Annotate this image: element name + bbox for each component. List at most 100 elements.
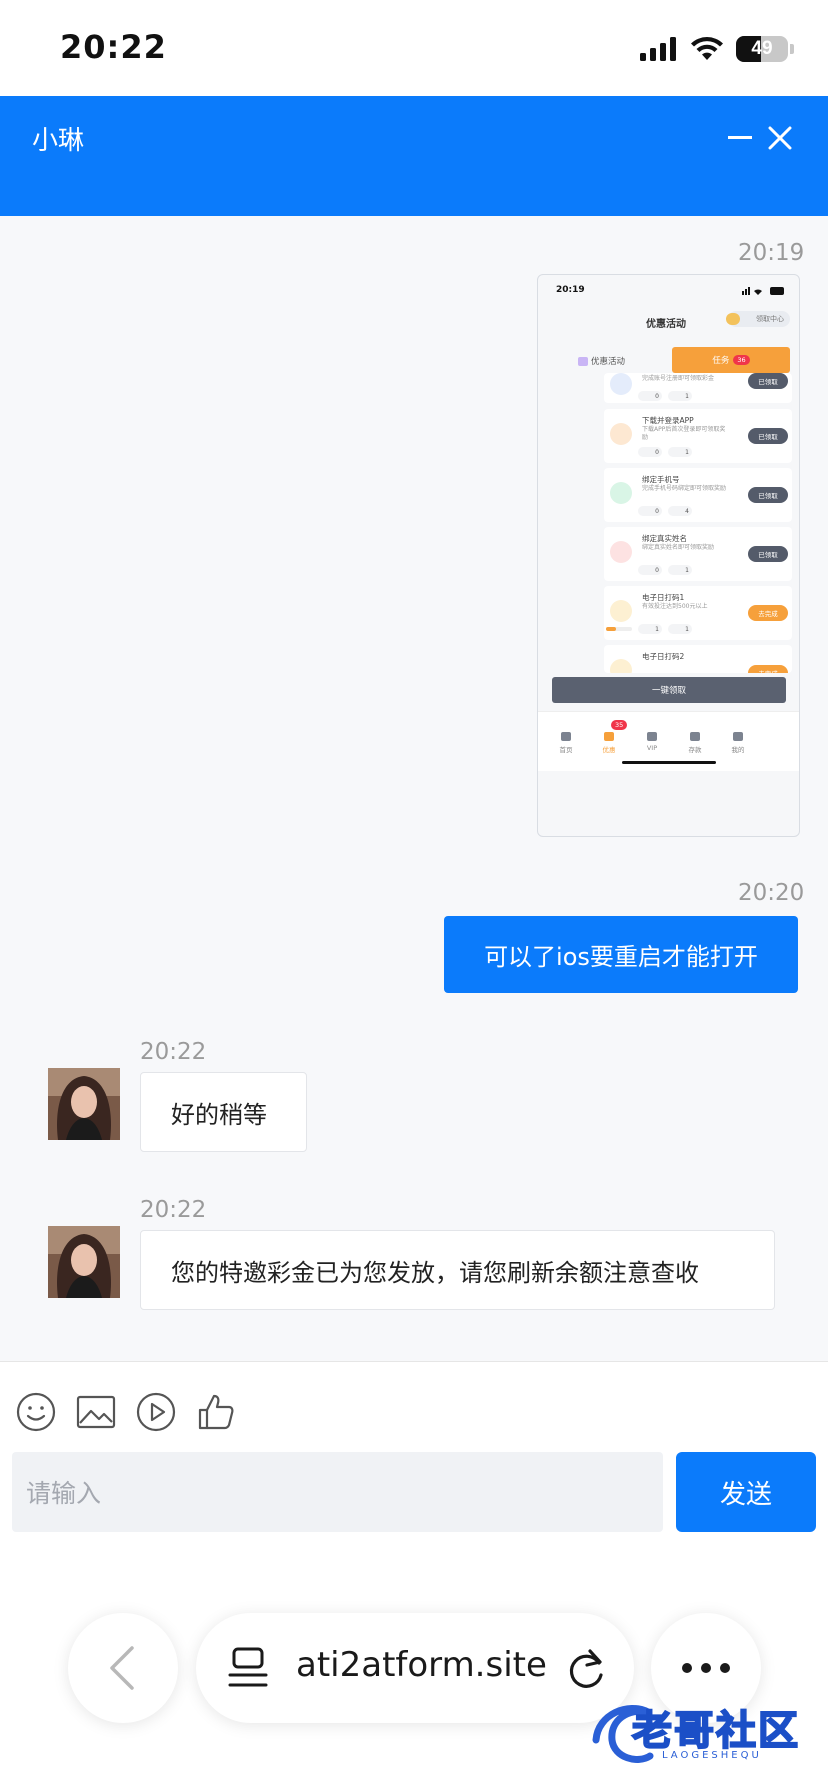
mini-game-icon: [610, 659, 632, 673]
mini-coin-chip: 0: [638, 506, 662, 516]
mini-page-title: 优惠活动: [646, 319, 686, 330]
mini-nav-label: 首页: [559, 746, 573, 754]
mini-task-button: 已领取: [748, 428, 788, 444]
mini-task-desc: 绑定真实姓名即可领取奖励: [642, 544, 715, 551]
mini-nav-promo: 优惠 35: [589, 720, 629, 754]
mini-promo-icon: [604, 732, 614, 741]
tabs-icon[interactable]: [228, 1647, 268, 1689]
image-icon[interactable]: [76, 1392, 116, 1432]
battery-icon: 49: [736, 36, 788, 62]
message-input-placeholder: 请输入: [26, 1479, 102, 1508]
mini-points-chip: 1: [668, 447, 692, 457]
mini-user-icon: [610, 373, 632, 395]
chevron-left-icon: [110, 1646, 134, 1690]
mini-gift-icon: [578, 357, 588, 366]
mini-task-button: 去完成: [748, 605, 788, 621]
message-time: 20:22: [140, 1197, 207, 1223]
mini-claim-all-button: 一键领取: [552, 677, 786, 703]
mini-task-button: 已领取: [748, 487, 788, 503]
video-icon[interactable]: [136, 1392, 176, 1432]
watermark-subtext: LAOGESHEQU: [662, 1750, 762, 1761]
mini-app-icon: [610, 423, 632, 445]
mini-home-icon: [561, 732, 571, 741]
mini-task-title: 下载并登录APP: [642, 416, 694, 425]
mini-coin-chip: 0: [638, 447, 662, 457]
status-bar: 20:22 49: [0, 0, 828, 96]
mini-task-title: 电子日打码2: [642, 652, 685, 661]
mini-task-card: 绑定真实姓名 绑定真实姓名即可领取奖励 0 1 已领取: [604, 527, 792, 581]
mini-tab-tasks: 任务 36: [672, 347, 790, 373]
mini-nav-label: 优惠: [602, 746, 616, 754]
message-time: 20:20: [738, 880, 805, 906]
mini-tab-promo-label: 优惠活动: [591, 357, 626, 367]
mini-nav-home: 首页: [546, 732, 586, 754]
mini-progress-bar: [606, 627, 632, 631]
mini-points-chip: 1: [668, 391, 692, 401]
reload-icon[interactable]: [566, 1647, 608, 1691]
back-button[interactable]: [68, 1613, 178, 1723]
incoming-message[interactable]: 好的稍等: [140, 1072, 307, 1152]
agent-avatar[interactable]: [48, 1068, 120, 1140]
mini-tab-badge: 36: [733, 355, 750, 365]
mini-status-icons: [742, 287, 784, 295]
mini-task-desc: 完成账号注册即可领取彩金: [642, 375, 715, 382]
mini-task-button: 去完成: [748, 665, 788, 673]
mini-status-time: 20:19: [556, 285, 585, 295]
mini-nav-label: 我的: [731, 746, 745, 754]
avatar-portrait: [48, 1068, 120, 1140]
message-input[interactable]: 请输入: [12, 1452, 663, 1532]
incoming-message[interactable]: 您的特邀彩金已为您发放，请您刷新余额注意查收: [140, 1230, 775, 1310]
mini-wallet-icon: [690, 732, 700, 741]
mini-diamond-icon: [647, 732, 657, 741]
mini-coin-icon: [726, 313, 740, 325]
battery-level: 49: [751, 38, 773, 59]
mini-task-button: 已领取: [748, 373, 788, 389]
watermark-logo: 老哥社区 LAOGESHEQU: [588, 1694, 818, 1774]
mini-claim-center-label: 领取中心: [756, 315, 784, 323]
mini-task-title: 绑定真实姓名: [642, 534, 687, 543]
mini-coin-chip: 1: [638, 624, 662, 634]
chat-header: 小琳: [0, 96, 828, 216]
more-icon: [682, 1663, 730, 1673]
message-time: 20:19: [738, 240, 805, 266]
outgoing-message[interactable]: 可以了ios要重启才能打开: [444, 916, 798, 993]
mini-phone-icon: [610, 482, 632, 504]
chat-title: 小琳: [32, 126, 85, 156]
mini-nav-vip: VIP: [632, 732, 672, 752]
mini-task-card: 电子日打码1 有效投注达到500元以上 1 1 去完成: [604, 586, 792, 640]
url-text[interactable]: ati2atform.site: [296, 1645, 547, 1685]
mini-task-title: 电子日打码1: [642, 593, 685, 602]
battery-cap: [790, 44, 794, 54]
mini-tab-promo: 优惠活动: [578, 355, 625, 367]
mini-tab-tasks-label: 任务: [712, 356, 730, 366]
mini-task-card: 完成账号注册即可领取彩金 0 1 已领取: [604, 373, 792, 403]
mini-nav-profile: 我的: [718, 732, 758, 754]
watermark-text: 老哥社区: [631, 1707, 800, 1755]
shared-screenshot-image[interactable]: 20:19 优惠活动 领取中心 优惠活动 任务 36 完成账号注册即可领取彩金 …: [537, 274, 800, 837]
mini-task-desc: 下载APP后首次登录即可领取奖励: [642, 426, 726, 441]
mini-task-card: 下载并登录APP 下载APP后首次登录即可领取奖励 0 1 已领取: [604, 409, 792, 463]
signal-icon: [640, 37, 676, 61]
close-button[interactable]: [766, 124, 794, 152]
mini-points-chip: 1: [668, 624, 692, 634]
mini-id-card-icon: [610, 541, 632, 563]
status-time: 20:22: [60, 28, 167, 66]
send-button[interactable]: 发送: [676, 1452, 816, 1532]
mini-user-icon: [733, 732, 743, 741]
mini-points-chip: 1: [668, 565, 692, 575]
wifi-icon: [691, 37, 723, 60]
mini-home-indicator: [622, 761, 716, 764]
mini-coin-chip: 0: [638, 565, 662, 575]
mini-task-title: 绑定手机号: [642, 475, 680, 484]
thumbs-up-icon[interactable]: [196, 1392, 236, 1432]
mini-nav-label: 存款: [688, 746, 702, 754]
mini-task-desc: 完成手机号码绑定即可领取奖励: [642, 485, 727, 492]
agent-avatar[interactable]: [48, 1226, 120, 1298]
mini-nav-label: VIP: [646, 744, 658, 752]
mini-nav-badge: 35: [611, 720, 628, 730]
mini-game-icon: [610, 600, 632, 622]
mini-task-button: 已领取: [748, 546, 788, 562]
emoji-icon[interactable]: [16, 1392, 56, 1432]
mini-task-card: 电子日打码2 去完成: [604, 645, 792, 673]
minimize-button[interactable]: [728, 136, 752, 139]
